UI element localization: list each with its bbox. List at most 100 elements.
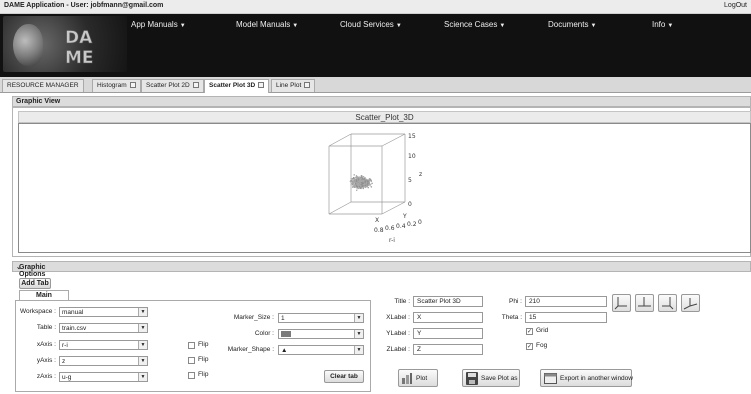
tab-scatter-plot-2d[interactable]: Scatter Plot 2D bbox=[141, 79, 204, 92]
zaxis-select[interactable]: u-g ▼ bbox=[59, 372, 148, 382]
data-point bbox=[367, 181, 369, 183]
tab-line-plot[interactable]: Line Plot bbox=[271, 79, 316, 92]
data-point bbox=[355, 182, 357, 185]
data-point bbox=[366, 185, 368, 187]
graphic-view-header: Graphic View bbox=[12, 96, 751, 107]
tab-scatter-plot-3d[interactable]: Scatter Plot 3D bbox=[204, 79, 270, 93]
close-icon[interactable] bbox=[192, 82, 199, 88]
yaxis-select[interactable]: z ▼ bbox=[59, 356, 148, 366]
view-angle-button-2[interactable] bbox=[635, 294, 654, 312]
data-point bbox=[370, 186, 373, 188]
zaxis-flip-label: Flip bbox=[198, 371, 209, 378]
data-point bbox=[358, 176, 360, 178]
menu-app-manuals[interactable]: App Manuals ▼ bbox=[131, 20, 186, 31]
data-point bbox=[359, 182, 361, 184]
menu-info[interactable]: Info ▼ bbox=[652, 20, 673, 31]
zlabel-input[interactable]: Z bbox=[413, 344, 483, 355]
xaxis-flip-checkbox[interactable] bbox=[188, 342, 195, 349]
tick-label-z-10: 10 bbox=[408, 153, 416, 160]
chevron-down-icon: ▼ bbox=[499, 23, 506, 29]
plot-button[interactable]: Plot bbox=[398, 369, 438, 387]
clear-tab-button[interactable]: Clear tab bbox=[324, 370, 364, 383]
tick-label-z-0: 0 bbox=[408, 201, 412, 208]
close-icon[interactable] bbox=[258, 82, 265, 88]
data-point bbox=[363, 185, 365, 187]
data-point bbox=[358, 187, 360, 189]
view-angle-button-3[interactable] bbox=[658, 294, 677, 312]
data-point bbox=[354, 178, 357, 181]
xaxis-label: xAxis : bbox=[36, 341, 56, 348]
data-point bbox=[353, 177, 356, 179]
tab-histogram[interactable]: Histogram bbox=[92, 79, 141, 92]
graphic-options-header[interactable]: ⌄ Graphic Options bbox=[12, 261, 751, 278]
dame-logo-lettering: DA ME bbox=[65, 28, 94, 66]
phi-input[interactable]: 210 bbox=[525, 296, 607, 307]
yaxis-flip-checkbox[interactable] bbox=[188, 357, 195, 364]
zaxis-flip-checkbox[interactable] bbox=[188, 372, 195, 379]
chevron-down-icon: ▼ bbox=[395, 23, 402, 29]
data-point bbox=[361, 184, 363, 186]
data-point bbox=[349, 180, 351, 182]
marker-shape-select[interactable]: ▲ ▼ bbox=[278, 345, 364, 355]
title-input[interactable]: Scatter Plot 3D bbox=[413, 296, 483, 307]
view-angle-button-4[interactable] bbox=[681, 294, 700, 312]
graphic-view-title: Graphic View bbox=[16, 98, 61, 105]
data-point bbox=[365, 181, 368, 183]
data-point bbox=[358, 180, 361, 182]
data-point bbox=[356, 183, 358, 185]
title-label: Title : bbox=[394, 298, 410, 305]
menu-model-manuals[interactable]: Model Manuals ▼ bbox=[236, 20, 298, 31]
menu-documents[interactable]: Documents ▼ bbox=[548, 20, 596, 31]
data-point bbox=[356, 176, 359, 178]
workspace-select[interactable]: manual ▼ bbox=[59, 307, 148, 317]
tick-label-x-0.6: 0.6 bbox=[385, 225, 395, 232]
fog-checkbox[interactable]: ✓ bbox=[526, 343, 533, 350]
data-point bbox=[353, 180, 355, 182]
marker-size-label: Marker_Size : bbox=[233, 314, 274, 321]
plot-canvas[interactable]: 0 5 10 15 z X Y 0.8 0.6 0.4 0.2 0 r-i bbox=[18, 123, 751, 253]
data-point bbox=[362, 182, 364, 184]
tick-label-z-5: 5 bbox=[408, 177, 412, 184]
axis-label-z: z bbox=[419, 171, 422, 178]
data-point bbox=[370, 183, 372, 185]
table-select[interactable]: train.csv ▼ bbox=[59, 323, 148, 333]
axes-view-icon bbox=[683, 298, 698, 310]
export-window-button[interactable]: Export in another window bbox=[540, 369, 633, 387]
data-point bbox=[367, 187, 369, 189]
grid-checkbox[interactable]: ✓ bbox=[526, 328, 533, 335]
data-point bbox=[350, 184, 352, 186]
theta-input[interactable]: 15 bbox=[525, 312, 607, 323]
data-point bbox=[360, 175, 362, 177]
xlabel-input[interactable]: X bbox=[413, 312, 483, 323]
dame-logo: DA ME bbox=[3, 16, 127, 72]
xaxis-select[interactable]: r-i ▼ bbox=[59, 340, 148, 350]
save-plot-button[interactable]: Save Plot as bbox=[462, 369, 520, 387]
app-title: DAME Application - User: jobfmann@gmail.… bbox=[4, 2, 164, 9]
color-select[interactable]: ▼ bbox=[278, 329, 364, 339]
data-point bbox=[369, 185, 371, 187]
close-icon[interactable] bbox=[129, 82, 136, 88]
data-point bbox=[353, 182, 355, 185]
zaxis-label: zAxis : bbox=[36, 373, 56, 380]
tab-resource-manager[interactable]: RESOURCE MANAGER bbox=[2, 79, 84, 92]
chevron-down-icon: ▼ bbox=[354, 346, 363, 354]
close-icon[interactable] bbox=[304, 82, 311, 88]
data-point bbox=[350, 178, 352, 180]
color-swatch bbox=[281, 331, 291, 337]
scatter-3d-plot[interactable]: 0 5 10 15 z X Y 0.8 0.6 0.4 0.2 0 r-i bbox=[19, 124, 750, 252]
tick-label-x-0.8: 0.8 bbox=[374, 227, 384, 234]
add-tab-button[interactable]: Add Tab bbox=[19, 278, 51, 289]
menu-science-cases[interactable]: Science Cases ▼ bbox=[444, 20, 505, 31]
data-point bbox=[364, 182, 366, 185]
data-point bbox=[369, 180, 371, 182]
xlabel-label: XLabel : bbox=[386, 314, 410, 321]
ylabel-input[interactable]: Y bbox=[413, 328, 483, 339]
marker-size-select[interactable]: 1 ▼ bbox=[278, 313, 364, 323]
app-header: DA ME App Manuals ▼ Model Manuals ▼ Cloud … bbox=[0, 14, 751, 77]
view-angle-button-1[interactable] bbox=[612, 294, 631, 312]
logout-link[interactable]: LogOut bbox=[724, 2, 747, 9]
chevron-down-icon: ▼ bbox=[138, 308, 147, 316]
data-point bbox=[367, 182, 369, 184]
menu-cloud-services[interactable]: Cloud Services ▼ bbox=[340, 20, 402, 31]
data-point bbox=[357, 182, 360, 184]
